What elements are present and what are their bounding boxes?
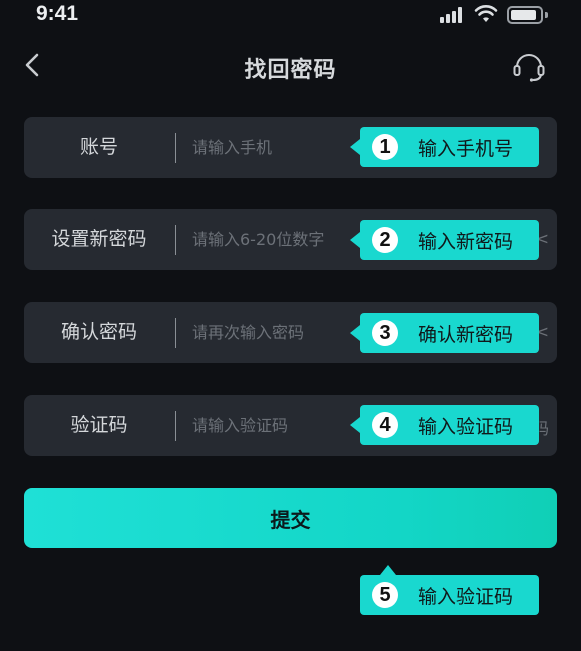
new-password-label: 设置新密码 [51, 228, 147, 250]
callout-2: 2 输入新密码 [350, 220, 539, 260]
nav-bar: 找回密码 [0, 40, 581, 90]
callout-number: 4 [372, 412, 398, 438]
wifi-icon [474, 5, 498, 22]
status-bar: 9:41 [0, 0, 581, 30]
field-divider [175, 318, 176, 348]
headset-icon[interactable] [511, 48, 547, 84]
status-time: 9:41 [36, 2, 79, 25]
callout-text: 确认新密码 [418, 323, 514, 346]
callout-number: 1 [372, 134, 398, 160]
callout-text: 输入验证码 [418, 415, 514, 438]
callout-text: 输入手机号 [418, 137, 514, 160]
callout-4: 4 输入验证码 [350, 405, 539, 445]
callout-1: 1 输入手机号 [350, 127, 539, 167]
verification-code-label: 验证码 [70, 414, 128, 436]
callout-text: 输入新密码 [418, 230, 514, 253]
callout-number: 5 [372, 582, 398, 608]
confirm-password-label: 确认密码 [60, 321, 137, 343]
field-divider [175, 225, 176, 255]
field-divider [175, 411, 176, 441]
field-divider [175, 133, 176, 163]
callout-3: 3 确认新密码 [350, 313, 539, 353]
callout-5: 5 输入验证码 [360, 565, 539, 615]
callout-number: 2 [372, 227, 398, 253]
submit-button[interactable]: 提交 [24, 488, 557, 548]
page-title: 找回密码 [244, 58, 337, 83]
battery-icon [507, 6, 543, 24]
callout-text: 输入验证码 [418, 585, 514, 608]
account-label: 账号 [79, 136, 118, 158]
battery-tip [545, 12, 548, 18]
callout-number: 3 [372, 320, 398, 346]
cellular-signal-icon [440, 7, 466, 23]
